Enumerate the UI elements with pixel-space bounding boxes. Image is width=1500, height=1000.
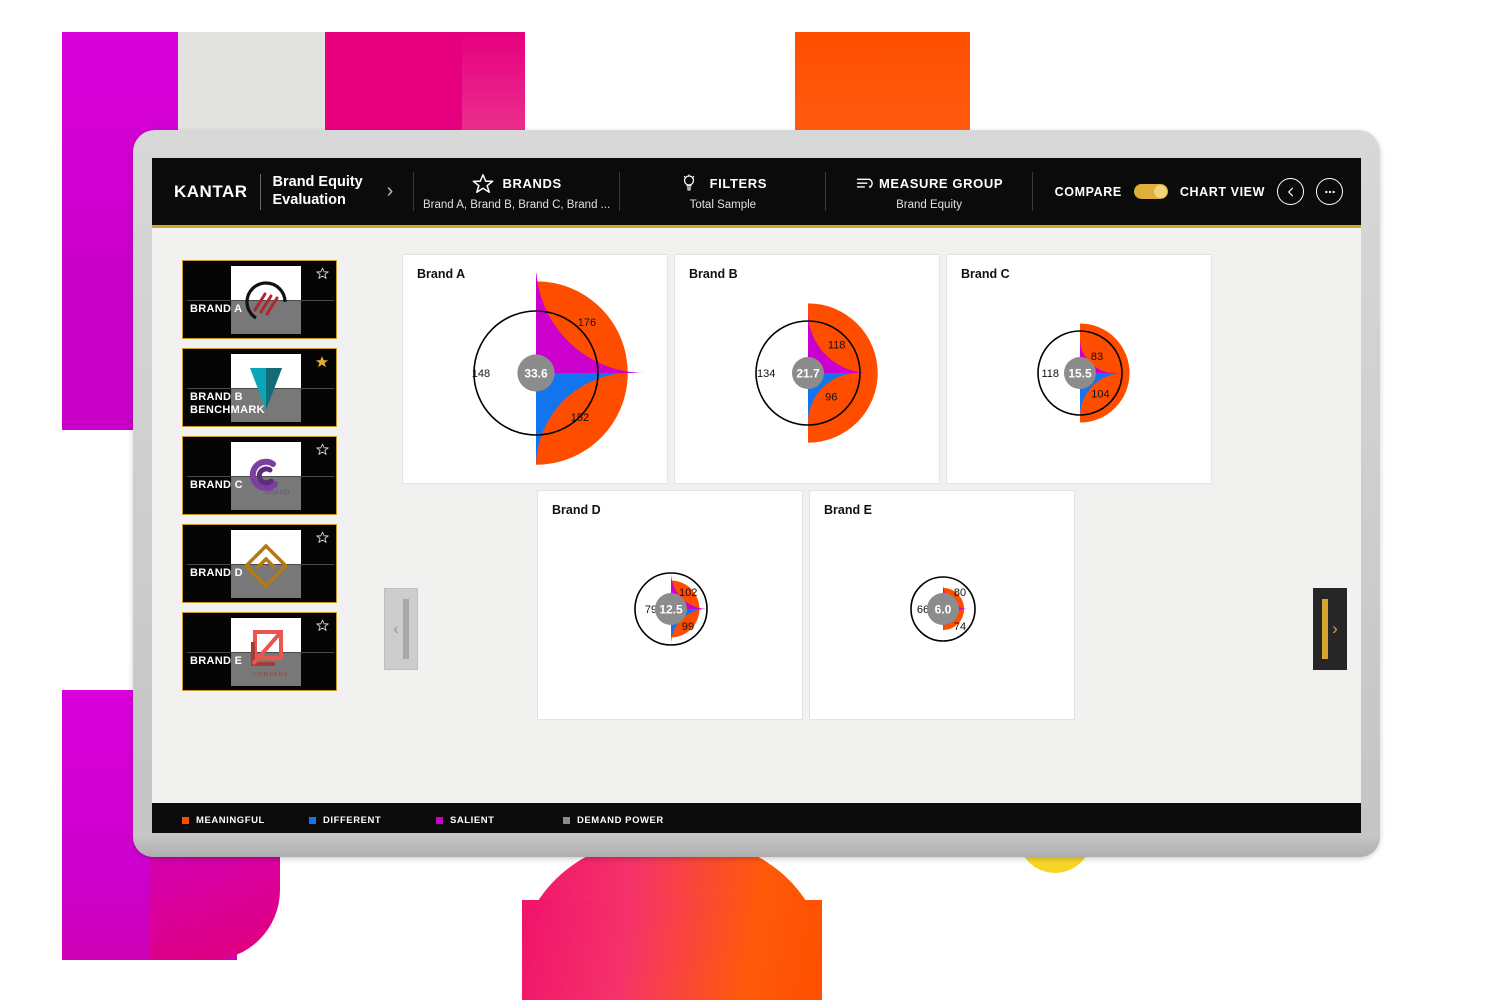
chart-card-brand-a[interactable]: Brand A 148 176 152 33.6 bbox=[402, 254, 668, 484]
nav-brands-value: Brand A, Brand B, Brand C, Brand ... bbox=[422, 198, 611, 211]
brand-d-logo-icon bbox=[243, 543, 289, 589]
chart-card-brand-c[interactable]: Brand C 118 83 104 15.5 bbox=[946, 254, 1212, 484]
svg-text:15.5: 15.5 bbox=[1068, 367, 1092, 381]
bulb-icon bbox=[679, 173, 701, 195]
kantar-logo: KANTAR bbox=[174, 181, 248, 201]
brand-card-label: BRAND B BENCHMARK bbox=[190, 391, 265, 416]
brand-equity-gauge-brand-d: 791029912.5 bbox=[634, 572, 708, 646]
chart-card-brand-b[interactable]: Brand B 134 118 96 21.7 bbox=[674, 254, 940, 484]
brand-card-label: BRAND A bbox=[190, 303, 243, 315]
page-title: Brand Equity Evaluation bbox=[272, 173, 363, 208]
svg-text:118: 118 bbox=[828, 339, 846, 351]
brand-sidebar: BRAND A BRAND B BENCHMARK BRAND BRAND C … bbox=[152, 228, 360, 803]
svg-text:6.0: 6.0 bbox=[935, 603, 952, 617]
screen: KANTAR Brand Equity Evaluation › BRANDS … bbox=[152, 158, 1361, 838]
monitor-bezel: KANTAR Brand Equity Evaluation › BRANDS … bbox=[133, 130, 1380, 857]
brand-card-brand-d[interactable]: BRAND D bbox=[182, 524, 337, 603]
chart-view-label: CHART VIEW bbox=[1179, 184, 1265, 199]
svg-text:96: 96 bbox=[825, 391, 837, 403]
charts-area: Brand A 148 176 152 33.6 Brand B 134 118 96 21… bbox=[360, 228, 1361, 803]
legend-label: SALIENT bbox=[450, 815, 495, 826]
legend-label: DIFFERENT bbox=[323, 815, 382, 826]
compare-label: COMPARE bbox=[1054, 184, 1122, 199]
brand-a-logo-icon bbox=[245, 281, 287, 320]
back-button[interactable] bbox=[1277, 178, 1304, 205]
top-bar-actions: COMPARE CHART VIEW bbox=[1033, 158, 1361, 225]
chart-card-brand-e[interactable]: Brand E 66 80 74 6.0 bbox=[809, 490, 1075, 720]
nav-measure-group-value: Brand Equity bbox=[896, 198, 962, 211]
legend-label: MEANINGFUL bbox=[196, 815, 265, 826]
legend-label: DEMAND POWER bbox=[577, 815, 664, 826]
charts-row-bottom: Brand D 79 102 99 12.5 Brand E 66 80 74 6.0 bbox=[537, 490, 1299, 720]
nav-filters[interactable]: FILTERS Total Sample bbox=[620, 158, 825, 225]
brand-mark: KANTAR Brand Equity Evaluation bbox=[152, 158, 367, 225]
legend-swatch-demand-power bbox=[563, 817, 570, 824]
svg-text:104: 104 bbox=[1091, 388, 1109, 400]
svg-text:33.6: 33.6 bbox=[524, 367, 548, 381]
svg-text:21.7: 21.7 bbox=[796, 367, 820, 381]
chart-view-toggle[interactable] bbox=[1133, 184, 1168, 199]
brand-card-brand-a[interactable]: BRAND A bbox=[182, 260, 337, 339]
more-options-button[interactable] bbox=[1316, 178, 1343, 205]
brand-card-brand-e[interactable]: COMPANY BRAND E bbox=[182, 612, 337, 691]
svg-text:COMPANY: COMPANY bbox=[253, 672, 289, 678]
page-root: KANTAR Brand Equity Evaluation › BRANDS … bbox=[0, 0, 1500, 1000]
svg-text:152: 152 bbox=[571, 412, 589, 424]
nav-filters-value: Total Sample bbox=[689, 198, 757, 211]
nav-brands[interactable]: BRANDS Brand A, Brand B, Brand C, Brand … bbox=[414, 158, 619, 225]
svg-text:148: 148 bbox=[472, 368, 490, 380]
legend-swatch-salient bbox=[436, 817, 443, 824]
brand-c-logo-icon: BRAND bbox=[249, 458, 289, 496]
logo-divider bbox=[259, 173, 261, 210]
nav-measure-group-label: MEASURE GROUP bbox=[879, 176, 1004, 191]
svg-text:74: 74 bbox=[954, 621, 966, 633]
brand-equity-gauge-brand-a: 148 176 152 33.6 bbox=[472, 273, 646, 468]
brand-equity-gauge-brand-b: 134 118 96 21.7 bbox=[755, 303, 878, 443]
svg-text:102: 102 bbox=[679, 587, 697, 599]
brand-equity-gauge-brand-e: 6680746.0 bbox=[910, 576, 976, 642]
legend-swatch-different bbox=[309, 817, 316, 824]
brand-card-label: BRAND E bbox=[190, 655, 243, 667]
brand-e-logo-icon: COMPANY bbox=[251, 630, 289, 678]
svg-text:99: 99 bbox=[682, 621, 694, 633]
svg-text:118: 118 bbox=[1041, 368, 1059, 380]
favorite-star-icon[interactable] bbox=[316, 531, 329, 549]
brand-equity-gauge-brand-c: 118 83 104 15.5 bbox=[1037, 323, 1130, 423]
brand-card-brand-b[interactable]: BRAND B BENCHMARK bbox=[182, 348, 337, 427]
charts-row-top: Brand A 148 176 152 33.6 Brand B 134 118 96 21… bbox=[402, 254, 1299, 484]
favorite-star-icon-active[interactable] bbox=[315, 355, 329, 374]
legend-item-demand-power: DEMAND POWER bbox=[563, 815, 690, 826]
favorite-star-icon[interactable] bbox=[316, 619, 329, 637]
svg-text:83: 83 bbox=[1091, 351, 1103, 363]
decorative-blob-pink-orange-bottom-2 bbox=[522, 900, 822, 1000]
breadcrumb-chevron-icon: › bbox=[386, 180, 394, 202]
svg-text:176: 176 bbox=[578, 317, 596, 329]
monitor-base bbox=[133, 833, 1380, 857]
legend-item-different: DIFFERENT bbox=[309, 815, 436, 826]
nav-brands-label: BRANDS bbox=[502, 176, 562, 191]
chart-card-brand-d[interactable]: Brand D 79 102 99 12.5 bbox=[537, 490, 803, 720]
nav-filters-label: FILTERS bbox=[709, 176, 768, 191]
favorite-star-icon[interactable] bbox=[316, 267, 329, 285]
measure-icon bbox=[855, 173, 877, 195]
star-icon bbox=[472, 173, 494, 195]
legend-item-salient: SALIENT bbox=[436, 815, 563, 826]
svg-text:12.5: 12.5 bbox=[659, 603, 683, 617]
nav-measure-group[interactable]: MEASURE GROUP Brand Equity bbox=[826, 158, 1031, 225]
top-navigation-bar: KANTAR Brand Equity Evaluation › BRANDS … bbox=[152, 158, 1361, 228]
brand-card-label: BRAND D bbox=[190, 567, 243, 579]
favorite-star-icon[interactable] bbox=[316, 443, 329, 461]
legend-swatch-meaningful bbox=[182, 817, 189, 824]
legend-item-meaningful: MEANINGFUL bbox=[182, 815, 309, 826]
brand-card-label: BRAND C bbox=[190, 479, 243, 491]
svg-text:80: 80 bbox=[954, 587, 966, 599]
brand-card-brand-c[interactable]: BRAND BRAND C bbox=[182, 436, 337, 515]
workspace: BRAND A BRAND B BENCHMARK BRAND BRAND C … bbox=[152, 228, 1361, 803]
svg-text:134: 134 bbox=[757, 368, 775, 380]
